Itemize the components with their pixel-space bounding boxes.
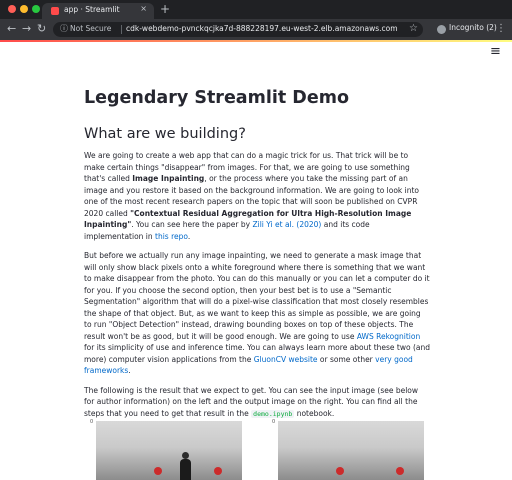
result-paragraph: The following is the result that we expe… bbox=[84, 385, 419, 418]
repo-link[interactable]: this repo bbox=[155, 232, 188, 241]
notebook-code: demo.ipynb bbox=[251, 409, 295, 418]
output-image bbox=[278, 421, 424, 480]
omnibox-divider bbox=[121, 25, 122, 34]
road-sign-right bbox=[214, 467, 222, 475]
incognito-icon bbox=[437, 25, 446, 34]
image-inpainting-term: Image Inpainting bbox=[132, 174, 205, 183]
streamlit-decoration-bar bbox=[0, 40, 512, 42]
streamlit-favicon-icon bbox=[51, 7, 59, 15]
road-sign-right bbox=[396, 467, 404, 475]
browser-toolbar: ← → ↻ ⓘ Not Secure cdk-webdemo-pvnckqcjk… bbox=[0, 19, 512, 40]
url-text[interactable]: cdk-webdemo-pvnckqcjka7d-888228197.eu-we… bbox=[126, 24, 398, 33]
close-window-button[interactable] bbox=[8, 5, 16, 13]
result-figures: 0 0 bbox=[84, 418, 430, 480]
security-label: Not Secure bbox=[70, 24, 112, 33]
input-image-figure: 0 bbox=[84, 418, 242, 480]
gluoncv-link[interactable]: GluonCV website bbox=[254, 355, 318, 364]
road-sign-left bbox=[154, 467, 162, 475]
road-sign-left bbox=[336, 467, 344, 475]
tab-title: app · Streamlit bbox=[64, 5, 120, 14]
address-bar[interactable]: ⓘ Not Secure cdk-webdemo-pvnckqcjka7d-88… bbox=[53, 22, 423, 37]
person-silhouette bbox=[180, 459, 191, 480]
mask-paragraph: But before we actually run any image inp… bbox=[84, 251, 431, 375]
browser-tab[interactable]: app · Streamlit × bbox=[42, 3, 154, 19]
aws-rekognition-link[interactable]: AWS Rekognition bbox=[357, 332, 420, 341]
intro-paragraph: We are going to create a web app that ca… bbox=[84, 151, 420, 241]
info-icon[interactable]: ⓘ bbox=[60, 23, 68, 34]
bookmark-star-icon[interactable]: ☆ bbox=[409, 22, 418, 36]
tab-close-icon[interactable]: × bbox=[140, 4, 147, 13]
page-title: Legendary Streamlit Demo bbox=[84, 88, 349, 108]
hamburger-menu-icon[interactable]: ≡ bbox=[490, 44, 501, 60]
section-heading: What are we building? bbox=[84, 126, 246, 142]
minimize-window-button[interactable] bbox=[20, 5, 28, 13]
axis-tick-label: 0 bbox=[90, 419, 94, 425]
maximize-window-button[interactable] bbox=[32, 5, 40, 13]
main-content: Legendary Streamlit Demo What are we bui… bbox=[84, 86, 430, 420]
person-head bbox=[182, 452, 189, 459]
browser-tab-bar: app · Streamlit × + bbox=[0, 0, 512, 19]
input-image bbox=[96, 421, 242, 480]
reload-icon[interactable]: ↻ bbox=[37, 22, 46, 36]
browser-menu-icon[interactable]: ⋮ bbox=[496, 22, 506, 36]
forward-icon[interactable]: → bbox=[22, 22, 31, 36]
incognito-label[interactable]: Incognito (2) bbox=[449, 23, 497, 32]
axis-tick-label: 0 bbox=[272, 419, 276, 425]
new-tab-button[interactable]: + bbox=[160, 2, 170, 16]
output-image-figure: 0 bbox=[266, 418, 424, 480]
back-icon[interactable]: ← bbox=[7, 22, 16, 36]
paper-link[interactable]: Zili Yi et al. (2020) bbox=[252, 220, 321, 229]
